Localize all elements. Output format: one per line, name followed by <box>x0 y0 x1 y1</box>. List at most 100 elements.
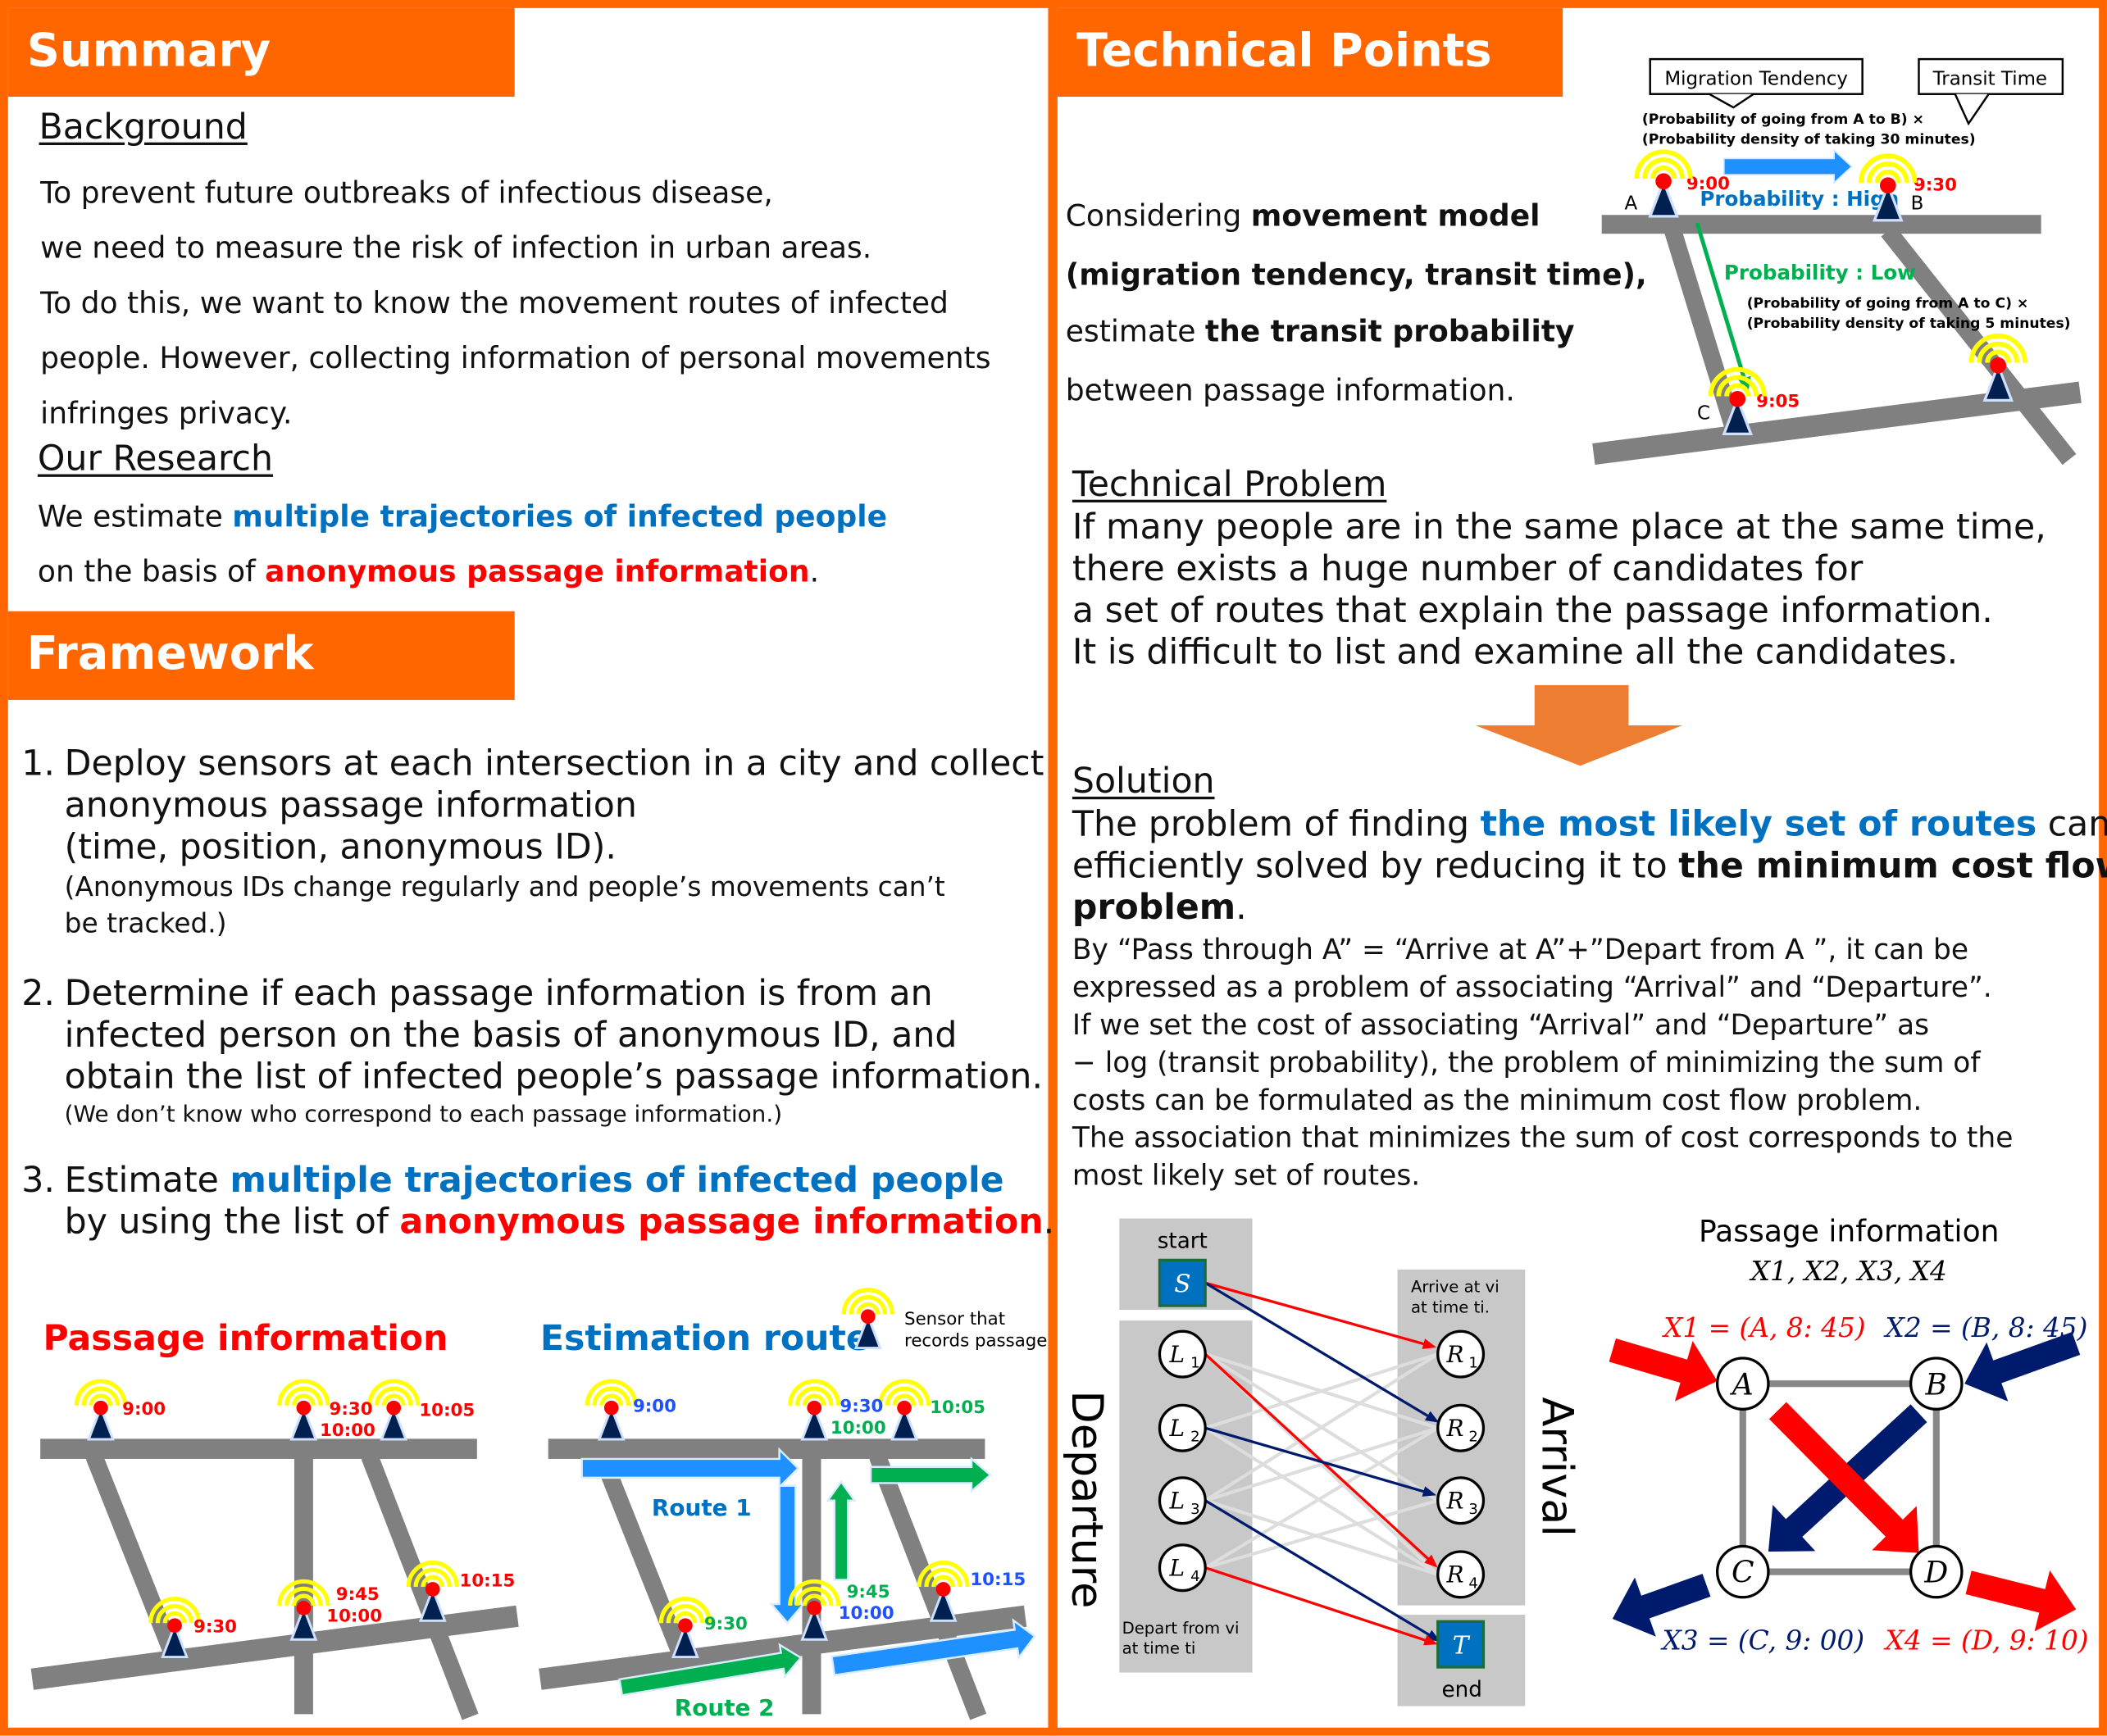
sensor-icon <box>1634 149 1693 218</box>
framework-item-3: 3. Estimate multiple trajectories of inf… <box>21 1161 1055 1243</box>
sensor-dot <box>807 1601 822 1616</box>
passage-map: 9:00 9:3010:0010:059:309:4510:0010:15 <box>30 1379 519 1720</box>
time-label: 9:00 <box>633 1397 676 1417</box>
time-label: 10:00 <box>839 1603 894 1624</box>
time-label: 10:05 <box>419 1401 475 1421</box>
framework-header: Framework <box>7 611 515 700</box>
sensor-dot <box>296 1601 312 1616</box>
arrival-node-subscript: 2 <box>1468 1429 1477 1446</box>
sensor-dot <box>1990 357 2007 374</box>
graph-node-label: B <box>1925 1367 1948 1402</box>
sensor-dot <box>807 1400 822 1416</box>
time-label: 9:30 <box>193 1616 237 1637</box>
arrive-note: Arrive at vi <box>1411 1278 1499 1297</box>
legend-text: Sensor that <box>904 1309 1005 1329</box>
sensor-dot <box>425 1582 440 1597</box>
formula-ab: (Probability of going from A to B) × <box>1642 111 1924 128</box>
framework-item-2: 2. Determine if each passage information… <box>21 974 1043 1129</box>
migration-label: Migration Tendency <box>1664 68 1848 89</box>
departure-node-subscript: 3 <box>1190 1501 1199 1518</box>
formula-ab: (Probability density of taking 30 minute… <box>1642 131 1976 148</box>
sensor-dot <box>1879 177 1896 194</box>
route2-arrow <box>826 1479 857 1581</box>
legend-text: records passage <box>904 1330 1047 1351</box>
sensor-dot <box>93 1400 108 1416</box>
passage-x2: X2 = (B, 8: 45) <box>1883 1312 2088 1343</box>
research-line-2: on the basis of anonymous passage inform… <box>37 556 820 590</box>
time-a: 9:00 <box>1686 174 1730 194</box>
x4-arrow-out <box>1965 1570 2077 1632</box>
min-cost-flow-diagram: start end Arrive at vi at time ti. Depar… <box>1062 1214 2089 1706</box>
time-label: 9:45 <box>336 1584 380 1605</box>
time-label: 9:45 <box>847 1582 890 1602</box>
road <box>548 1438 985 1459</box>
time-label: 9:30 <box>330 1399 373 1420</box>
sensor-icon <box>367 1379 421 1441</box>
graph-node-label: D <box>1923 1556 1948 1590</box>
source-node-label: S <box>1174 1270 1190 1298</box>
time-label: 10:00 <box>831 1418 886 1438</box>
probability-low-label: Probability : Low <box>1724 261 1916 284</box>
time-label: 10:15 <box>460 1571 516 1592</box>
departure-node-label: L <box>1169 1555 1185 1582</box>
time-label: 9:30 <box>704 1614 748 1634</box>
departure-node-label: L <box>1169 1341 1185 1368</box>
depart-note: at time ti <box>1122 1639 1196 1658</box>
framework-maps: Passage information Estimation route Sen… <box>30 1288 1047 1721</box>
arrival-node-subscript: 4 <box>1468 1575 1477 1592</box>
passage-x1: X1 = (A, 8: 45) <box>1661 1312 1866 1343</box>
background-line: we need to measure the risk of infection… <box>40 232 872 266</box>
background-line: To prevent future outbreaks of infectiou… <box>40 177 773 211</box>
node-label-c: C <box>1697 402 1710 424</box>
arrival-node-subscript: 1 <box>1468 1355 1477 1372</box>
time-label: 10:00 <box>320 1420 375 1441</box>
technical-intro: Considering movement model (migration te… <box>1065 200 1647 409</box>
arrival-node-label: R <box>1446 1415 1464 1442</box>
route1-label: Route 1 <box>652 1494 752 1521</box>
solution-details: By “Pass through A” = “Arrive at A”+”Dep… <box>1072 934 2014 1192</box>
node-label-a: A <box>1625 193 1638 215</box>
sensor-icon <box>877 1379 931 1441</box>
background-heading: Background <box>39 107 248 148</box>
sink-node-label: T <box>1453 1632 1471 1660</box>
sensor-icon <box>74 1379 128 1441</box>
background-line: To do this, we want to know the movement… <box>40 287 949 321</box>
estimation-route-title: Estimation route <box>540 1318 870 1359</box>
time-label: 9:30 <box>840 1397 883 1417</box>
graph-node-label: A <box>1730 1367 1754 1402</box>
graph-node-label: C <box>1732 1556 1754 1590</box>
sensor-dot <box>603 1400 619 1416</box>
time-label: 10:00 <box>326 1606 382 1626</box>
departure-node-subscript: 4 <box>1190 1568 1199 1585</box>
sensor-icon <box>277 1579 330 1641</box>
passage-x4: X4 = (D, 9: 10) <box>1883 1625 2089 1656</box>
background-line: infringes privacy. <box>40 398 293 432</box>
summary-header: Summary <box>7 7 515 98</box>
node-label-b: B <box>1911 193 1924 215</box>
passage-info-title: Passage information <box>43 1318 448 1359</box>
sensor-dot <box>860 1309 876 1325</box>
technical-header: Technical Points <box>1057 7 1563 98</box>
arrival-node-label: R <box>1446 1341 1464 1368</box>
technical-problem-heading: Technical Problem <box>1072 465 1387 506</box>
technical-problem-text: If many people are in the same place at … <box>1072 507 2046 674</box>
sensor-dot <box>678 1618 693 1634</box>
road <box>1601 215 2041 234</box>
background-text: To prevent future outbreaks of infectiou… <box>40 166 990 442</box>
road <box>594 1452 691 1663</box>
transit-label: Transit Time <box>1932 68 2047 89</box>
formula-ac: (Probability density of taking 5 minutes… <box>1747 316 2071 332</box>
arrival-node-label: R <box>1446 1488 1464 1515</box>
solution-text: The problem of finding the most likely s… <box>1072 804 2107 929</box>
time-label: 10:05 <box>930 1397 985 1418</box>
sensor-icon <box>585 1379 638 1441</box>
departure-node-subscript: 1 <box>1190 1355 1199 1372</box>
down-arrow-icon <box>1475 684 1683 766</box>
arrival-node-label: R <box>1446 1561 1464 1588</box>
sensor-dot <box>1729 390 1746 407</box>
movement-model-diagram: Migration Tendency Transit Time (Probabi… <box>1592 57 2082 466</box>
high-probability-arrow <box>1723 148 1853 184</box>
road <box>40 1438 477 1459</box>
x1-arrow-in <box>1609 1338 1718 1402</box>
arrival-label: Arrival <box>1532 1397 1582 1537</box>
